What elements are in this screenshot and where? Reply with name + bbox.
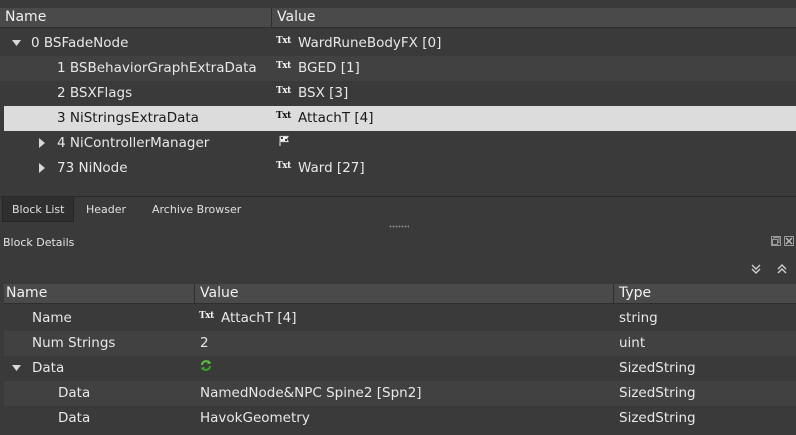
- txt-icon: Txt: [199, 311, 214, 321]
- detail-field-name: Data: [58, 410, 91, 426]
- detail-field-type: string: [619, 310, 658, 326]
- tree-row-bsfadenode[interactable]: 0 BSFadeNode Txt WardRuneBodyFX [0]: [0, 31, 796, 56]
- details-value-header-label: Value: [200, 285, 239, 301]
- float-dock-icon[interactable]: [771, 236, 781, 246]
- detail-row-name[interactable]: Name Txt AttachT [4] string: [4, 306, 796, 331]
- details-header: Name Value Type: [4, 284, 796, 304]
- expand-arrow-icon[interactable]: [12, 31, 24, 56]
- txt-icon: Txt: [276, 111, 291, 121]
- block-details-title: Block Details: [3, 236, 75, 249]
- txt-icon: Txt: [276, 161, 291, 171]
- tab-archive-browser[interactable]: Archive Browser: [143, 197, 250, 222]
- block-list-header: Name Value: [0, 8, 796, 28]
- detail-field-value[interactable]: HavokGeometry: [200, 410, 310, 426]
- details-type-column-header[interactable]: Type: [614, 284, 796, 304]
- tree-row-nicontrollermanager[interactable]: 4 NiControllerManager: [0, 131, 796, 156]
- refresh-icon[interactable]: [199, 356, 213, 381]
- detail-row-data-1[interactable]: Data HavokGeometry SizedString: [4, 406, 796, 431]
- detail-field-type: uint: [619, 335, 646, 351]
- detail-field-value[interactable]: AttachT [4]: [221, 310, 297, 326]
- detail-field-name: Name: [32, 310, 72, 326]
- tree-row-name: 0 BSFadeNode: [31, 35, 129, 51]
- collapse-all-icon[interactable]: [776, 262, 788, 276]
- tree-row-name: 2 BSXFlags: [57, 85, 133, 101]
- detail-field-type: SizedString: [619, 410, 696, 426]
- collapse-arrow-icon[interactable]: [38, 131, 50, 156]
- value-column-header[interactable]: Value: [272, 8, 796, 28]
- txt-icon: Txt: [276, 61, 291, 71]
- tree-row-value: AttachT [4]: [298, 110, 374, 126]
- detail-field-name: Num Strings: [32, 335, 116, 351]
- details-type-header-label: Type: [619, 285, 652, 301]
- tree-row-nistringsextradata[interactable]: 3 NiStringsExtraData Txt AttachT [4]: [4, 106, 796, 131]
- expand-arrow-icon[interactable]: [12, 356, 24, 381]
- collapse-arrow-icon[interactable]: [38, 156, 50, 181]
- value-header-label: Value: [277, 9, 316, 25]
- detail-field-name: Data: [58, 385, 91, 401]
- bottom-tab-bar: Block List Header Archive Browser: [0, 196, 796, 222]
- detail-row-data-0[interactable]: Data NamedNode&NPC Spine2 [Spn2] SizedSt…: [4, 381, 796, 406]
- details-name-column-header[interactable]: Name: [4, 284, 195, 304]
- tree-row-bsbehaviorgraphextradata[interactable]: 1 BSBehaviorGraphExtraData Txt BGED [1]: [0, 56, 796, 81]
- tree-row-value: BGED [1]: [298, 60, 360, 76]
- close-dock-icon[interactable]: [784, 236, 794, 246]
- tree-row-value: BSX [3]: [298, 85, 349, 101]
- name-column-header[interactable]: Name: [0, 8, 272, 28]
- txt-icon: Txt: [276, 86, 291, 96]
- tree-row-name: 3 NiStringsExtraData: [57, 110, 199, 126]
- detail-field-value[interactable]: NamedNode&NPC Spine2 [Spn2]: [200, 385, 422, 401]
- detail-field-name: Data: [32, 360, 65, 376]
- tree-row-value: Ward [27]: [298, 160, 365, 176]
- tree-row-name: 1 BSBehaviorGraphExtraData: [57, 60, 257, 76]
- flag-icon: [278, 131, 292, 156]
- details-name-header-label: Name: [6, 285, 48, 301]
- splitter-handle[interactable]: [389, 225, 409, 228]
- tab-header[interactable]: Header: [77, 197, 135, 222]
- tree-row-name: 4 NiControllerManager: [57, 135, 210, 151]
- tree-row-name: 73 NiNode: [57, 160, 128, 176]
- expand-all-icon[interactable]: [750, 262, 762, 276]
- tree-row-bsxflags[interactable]: 2 BSXFlags Txt BSX [3]: [0, 81, 796, 106]
- tab-block-list[interactable]: Block List: [2, 197, 75, 222]
- detail-row-data-array[interactable]: Data SizedString: [4, 356, 796, 381]
- tree-row-ninode[interactable]: 73 NiNode Txt Ward [27]: [0, 156, 796, 181]
- txt-icon: Txt: [276, 36, 291, 46]
- detail-field-type: SizedString: [619, 360, 696, 376]
- detail-field-value[interactable]: 2: [200, 335, 209, 351]
- detail-row-num-strings[interactable]: Num Strings 2 uint: [4, 331, 796, 356]
- detail-field-type: SizedString: [619, 385, 696, 401]
- name-header-label: Name: [5, 9, 47, 25]
- tree-row-value: WardRuneBodyFX [0]: [298, 35, 442, 51]
- details-value-column-header[interactable]: Value: [195, 284, 614, 304]
